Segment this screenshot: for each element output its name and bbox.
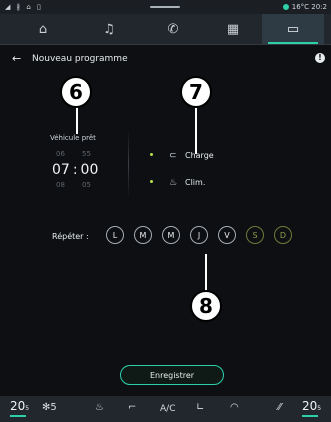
info-icon[interactable]: ! (315, 53, 325, 63)
day-friday[interactable]: V (218, 226, 236, 244)
climate-icon: ♨ (169, 178, 178, 188)
phone-icon: ✆ (167, 21, 179, 37)
home-icon: ⌂ (38, 21, 48, 37)
ac-button[interactable]: A/C (160, 404, 175, 414)
day-saturday[interactable]: S (246, 226, 264, 244)
tab-vehicle[interactable]: ▭ (262, 14, 324, 44)
seat-vent-icon[interactable]: ∟ (196, 402, 204, 413)
hour-below[interactable]: 08 (56, 181, 65, 189)
tab-apps[interactable]: ▦ (200, 14, 266, 44)
status-indicator-icon (282, 4, 289, 10)
defrost-icon[interactable]: ◠ (230, 402, 239, 413)
page-header: ← Nouveau programme ! (0, 50, 331, 70)
hour-value[interactable]: 07 (52, 162, 70, 178)
right-eco-indicator (302, 415, 318, 417)
save-button[interactable]: Enregistrer (120, 365, 224, 385)
seat-heat-icon[interactable]: ♨ (95, 402, 104, 413)
callout-8-line (205, 254, 207, 294)
back-arrow-icon[interactable]: ← (12, 52, 21, 65)
option-charge[interactable]: ⊂ Charge (150, 151, 214, 161)
option-climate[interactable]: ♨ Clim. (150, 178, 205, 188)
callout-8: 8 (190, 290, 222, 322)
status-right: 16°C 20:2 (282, 3, 327, 11)
minute-above[interactable]: 55 (82, 150, 91, 158)
status-icons: ◢ ∦ ⌂ ▯ (5, 3, 43, 11)
status-temperature: 16°C (291, 3, 310, 11)
apps-grid-icon: ▦ (226, 21, 240, 37)
divider (128, 130, 129, 198)
day-monday[interactable]: L (106, 226, 124, 244)
screen: ◢ ∦ ⌂ ▯ 16°C 20:2 ⌂ ♫ ✆ ▦ ▭ ← Nouveau pr… (0, 0, 331, 422)
seat-icon[interactable]: ⌐ (128, 402, 136, 413)
day-sunday[interactable]: D (274, 226, 292, 244)
charge-icon: ⊂ (169, 151, 177, 161)
right-temperature[interactable]: 205 (302, 399, 321, 413)
top-navigation: ⌂ ♫ ✆ ▦ ▭ (0, 14, 331, 45)
vehicle-icon: ▭ (286, 21, 300, 37)
left-eco-indicator (10, 415, 26, 417)
option-charge-label: Charge (185, 151, 214, 160)
climate-bar: 205 ✻5 ♨ ⌐ A/C ∟ ◠ ⁄⁄ 205 (0, 396, 331, 422)
day-tuesday[interactable]: M (134, 226, 152, 244)
vehicle-ready-label: Véhicule prêt (50, 134, 96, 142)
fan-speed[interactable]: ✻5 (42, 402, 57, 413)
tab-home[interactable]: ⌂ (10, 14, 76, 44)
music-icon: ♫ (103, 21, 115, 37)
time-picker-current[interactable]: 07:00 (52, 162, 98, 178)
repeat-label: Répéter : (52, 232, 89, 241)
callout-6-line (76, 104, 78, 134)
day-thursday[interactable]: J (190, 226, 208, 244)
minute-value[interactable]: 00 (81, 162, 99, 178)
status-handle (150, 6, 180, 8)
callout-7: 7 (180, 76, 212, 108)
left-temperature[interactable]: 205 (10, 399, 29, 413)
option-charge-toggle[interactable] (150, 153, 153, 156)
option-climate-toggle[interactable] (150, 180, 153, 183)
rear-defrost-icon[interactable]: ⁄⁄ (278, 402, 281, 413)
status-time: 20:2 (311, 3, 327, 11)
hour-above[interactable]: 06 (56, 150, 65, 158)
status-bar: ◢ ∦ ⌂ ▯ 16°C 20:2 (0, 0, 331, 14)
option-climate-label: Clim. (185, 178, 206, 187)
day-wednesday[interactable]: M (162, 226, 180, 244)
tab-music[interactable]: ♫ (76, 14, 142, 44)
time-separator: : (72, 162, 78, 178)
tab-phone[interactable]: ✆ (140, 14, 206, 44)
callout-7-line (195, 104, 197, 154)
page-title: Nouveau programme (32, 54, 128, 64)
minute-below[interactable]: 05 (82, 181, 91, 189)
callout-6: 6 (60, 76, 92, 108)
